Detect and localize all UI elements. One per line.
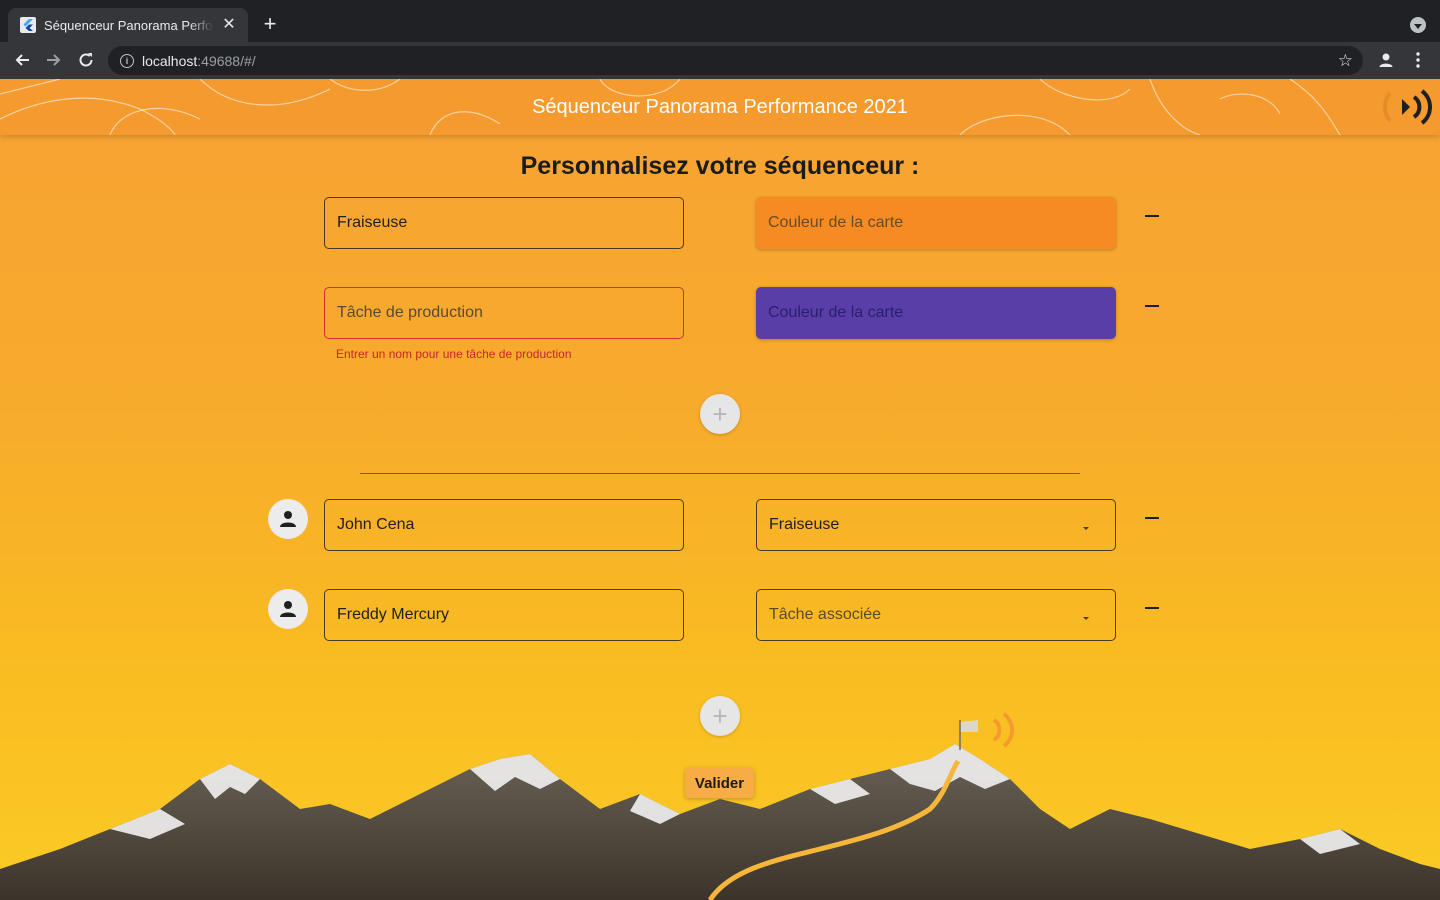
section-divider [360, 473, 1080, 474]
browser-tab[interactable]: Séquenceur Panorama Performance 2021 ✕ [8, 8, 248, 42]
operator-name-value: John Cena [337, 516, 415, 533]
task-color-picker[interactable]: Couleur de la carte [756, 287, 1116, 339]
operator-name-input[interactable]: John Cena [324, 499, 684, 551]
remove-task-button[interactable] [1144, 298, 1160, 314]
plus-icon: + [712, 701, 728, 731]
app-title: Séquenceur Panorama Performance 2021 [532, 96, 908, 118]
browser-tabstrip: Séquenceur Panorama Performance 2021 ✕ + [0, 0, 1440, 42]
remove-operator-button[interactable] [1144, 600, 1160, 616]
task-name-input[interactable]: Fraiseuse [324, 197, 684, 249]
profile-icon[interactable] [1374, 48, 1398, 72]
page-heading: Personnalisez votre séquenceur : [520, 152, 920, 180]
task-name-placeholder: Tâche de production [337, 304, 483, 321]
bookmark-star-icon[interactable]: ☆ [1338, 51, 1353, 70]
add-operator-button[interactable]: + [700, 696, 740, 736]
task-name-input[interactable]: Tâche de production [324, 287, 684, 339]
browser-menu-icon[interactable] [1406, 48, 1430, 72]
tab-title: Séquenceur Panorama Performance 2021 [44, 17, 214, 33]
url-path: :49688/#/ [197, 52, 256, 69]
remove-operator-button[interactable] [1144, 510, 1160, 526]
site-info-icon[interactable]: i [120, 53, 134, 68]
color-picker-label: Couleur de la carte [768, 304, 904, 321]
operator-task-dropdown[interactable]: Fraiseuse [756, 499, 1116, 551]
dropdown-arrow-icon [1083, 617, 1089, 620]
operator-name-value: Freddy Mercury [337, 606, 450, 623]
add-task-button[interactable]: + [700, 394, 740, 434]
submit-button[interactable]: Valider [685, 768, 754, 798]
new-tab-button[interactable]: + [258, 12, 282, 36]
color-picker-label: Couleur de la carte [768, 214, 904, 231]
url-host: localhost [142, 52, 198, 69]
flutter-favicon-icon [20, 17, 36, 33]
tab-search-icon[interactable] [1410, 17, 1426, 33]
address-bar[interactable]: i localhost :49688/#/ ☆ [108, 46, 1363, 75]
operator-task-value: Fraiseuse [769, 516, 840, 533]
operator-task-placeholder: Tâche associée [769, 606, 882, 623]
person-avatar-icon [268, 499, 308, 539]
operator-task-dropdown[interactable]: Tâche associée [756, 589, 1116, 641]
panorama-logo-icon [1382, 89, 1432, 125]
reload-icon[interactable] [74, 48, 98, 72]
app-bar: Séquenceur Panorama Performance 2021 [0, 79, 1440, 135]
tab-close-icon[interactable]: ✕ [220, 16, 238, 34]
summit-flag-icon [959, 712, 1014, 750]
remove-task-button[interactable] [1144, 208, 1160, 224]
dropdown-arrow-icon [1083, 527, 1089, 530]
forward-arrow-icon[interactable] [42, 48, 66, 72]
browser-toolbar: i localhost :49688/#/ ☆ [0, 42, 1440, 79]
task-name-error: Entrer un nom pour une tâche de producti… [336, 347, 572, 361]
plus-icon: + [712, 399, 728, 429]
operator-name-input[interactable]: Freddy Mercury [324, 589, 684, 641]
person-avatar-icon [268, 589, 308, 629]
task-color-picker[interactable]: Couleur de la carte [756, 197, 1116, 249]
back-arrow-icon[interactable] [10, 48, 34, 72]
task-name-value: Fraiseuse [337, 214, 408, 231]
app-page: Séquenceur Panorama Performance 2021 Per… [0, 79, 1440, 900]
